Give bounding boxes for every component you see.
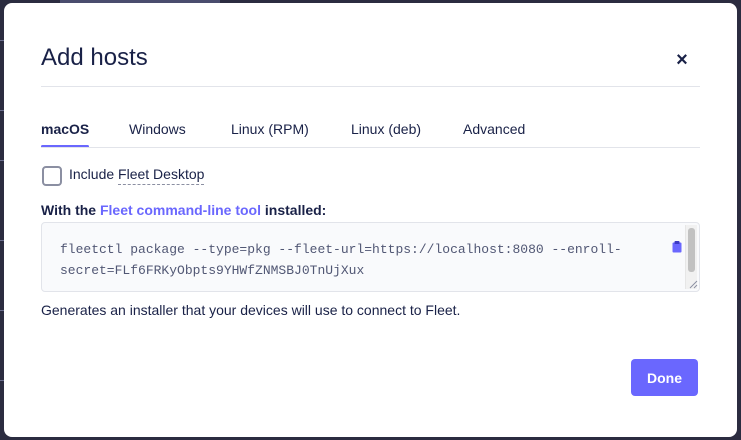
modal-title: Add hosts bbox=[41, 44, 148, 71]
tabs-divider bbox=[41, 147, 700, 148]
add-hosts-modal: Add hosts × macOS Windows Linux (RPM) Li… bbox=[4, 3, 737, 437]
tab-linux-rpm[interactable]: Linux (RPM) bbox=[231, 121, 309, 147]
fleet-cli-link[interactable]: Fleet command-line tool bbox=[100, 202, 261, 218]
header-divider bbox=[41, 86, 700, 87]
cli-heading-suffix: installed: bbox=[261, 202, 327, 218]
include-fleet-desktop-label[interactable]: Include Fleet Desktop bbox=[69, 166, 205, 185]
done-button[interactable]: Done bbox=[631, 359, 698, 396]
command-textarea[interactable]: fleetctl package --type=pkg --fleet-url=… bbox=[41, 222, 700, 292]
close-icon[interactable]: × bbox=[672, 50, 692, 70]
tab-advanced[interactable]: Advanced bbox=[463, 121, 525, 147]
include-prefix: Include bbox=[69, 166, 119, 182]
platform-tabs: macOS Windows Linux (RPM) Linux (deb) Ad… bbox=[41, 121, 700, 148]
fleet-desktop-tooltip-term[interactable]: Fleet Desktop bbox=[118, 166, 205, 185]
clipboard-icon[interactable] bbox=[672, 241, 682, 253]
command-text: fleetctl package --type=pkg --fleet-url=… bbox=[60, 242, 622, 278]
cli-heading-prefix: With the bbox=[41, 202, 100, 218]
resize-grip-icon[interactable] bbox=[688, 279, 698, 289]
scrollbar-thumb[interactable] bbox=[688, 228, 695, 272]
include-fleet-desktop-checkbox[interactable] bbox=[42, 166, 62, 186]
cli-heading: With the Fleet command-line tool install… bbox=[41, 202, 326, 218]
tab-windows[interactable]: Windows bbox=[129, 121, 186, 147]
tab-macos[interactable]: macOS bbox=[41, 121, 90, 148]
tab-linux-deb[interactable]: Linux (deb) bbox=[351, 121, 421, 147]
installer-description: Generates an installer that your devices… bbox=[41, 302, 461, 318]
